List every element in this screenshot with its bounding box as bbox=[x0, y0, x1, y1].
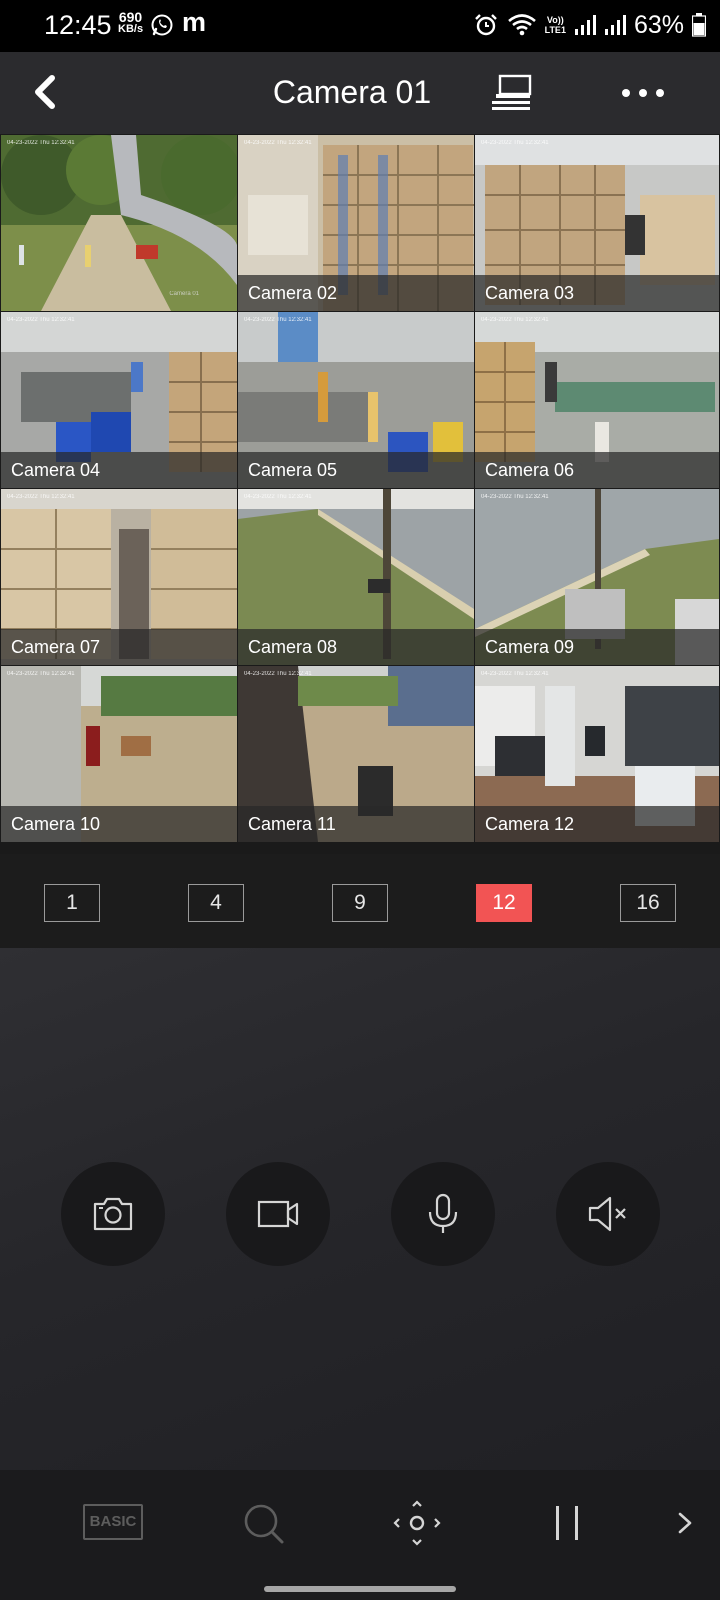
camera-timestamp: 04-23-2022 Thu 12:32:41 bbox=[244, 140, 312, 146]
camera-timestamp: 04-23-2022 Thu 12:32:41 bbox=[244, 317, 312, 323]
camera-tile-05[interactable]: 04-23-2022 Thu 12:32:41 Camera 05 bbox=[238, 312, 474, 488]
battery-icon bbox=[692, 13, 706, 37]
camera-grid: 04-23-2022 Thu 12:32:41 Camera 01 04-23-… bbox=[0, 134, 720, 854]
camera-label: Camera 06 bbox=[485, 460, 575, 480]
ptz-icon[interactable] bbox=[392, 1500, 442, 1546]
camera-timestamp: 04-23-2022 Thu 12:32:41 bbox=[244, 671, 312, 677]
camera-icon bbox=[93, 1197, 133, 1231]
camera-label: Camera 10 bbox=[11, 814, 101, 834]
audio-mute-button[interactable] bbox=[556, 1162, 660, 1266]
layout-button-4[interactable]: 4 bbox=[188, 884, 244, 922]
net-speed: 690 KB/s bbox=[118, 9, 144, 35]
wifi-icon bbox=[507, 14, 536, 36]
camera-tile-03[interactable]: 04-23-2022 Thu 12:32:41 Camera 03 bbox=[475, 135, 719, 311]
camera-feed-01 bbox=[1, 135, 237, 311]
camera-timestamp: 04-23-2022 Thu 12:32:41 bbox=[7, 140, 75, 146]
volte-top: Vo)) bbox=[546, 15, 564, 25]
camera-timestamp: 04-23-2022 Thu 12:32:41 bbox=[7, 317, 75, 323]
camera-watermark: Camera 01 bbox=[169, 291, 199, 297]
layout-button-16[interactable]: 16 bbox=[620, 884, 676, 922]
camera-label: Camera 07 bbox=[11, 637, 101, 657]
camera-tile-10[interactable]: 04-23-2022 Thu 12:32:41 Camera 10 bbox=[1, 666, 237, 842]
page-title: Camera 01 bbox=[0, 74, 720, 111]
video-record-icon bbox=[257, 1200, 299, 1228]
battery-percent: 63% bbox=[633, 10, 684, 39]
search-zoom-icon[interactable] bbox=[242, 1500, 286, 1546]
camera-label: Camera 12 bbox=[485, 814, 575, 834]
camera-tile-11[interactable]: 04-23-2022 Thu 12:32:41 Camera 11 bbox=[238, 666, 474, 842]
status-time: 12:45 bbox=[44, 10, 112, 40]
volte-indicator: Vo)) LTE1 bbox=[545, 15, 566, 35]
alarm-icon bbox=[474, 14, 497, 36]
camera-label: Camera 04 bbox=[11, 460, 101, 480]
pause-icon[interactable] bbox=[548, 1500, 588, 1546]
layout-button-12[interactable]: 12 bbox=[476, 884, 532, 922]
camera-tile-07[interactable]: 04-23-2022 Thu 12:32:41 Camera 07 bbox=[1, 489, 237, 665]
speaker-mute-icon bbox=[588, 1196, 626, 1232]
camera-label: Camera 05 bbox=[248, 460, 338, 480]
layout-selector: 1 4 9 12 16 bbox=[0, 854, 720, 948]
camera-label: Camera 11 bbox=[248, 814, 336, 834]
camera-timestamp: 04-23-2022 Thu 12:32:41 bbox=[481, 317, 549, 323]
signal-icon bbox=[574, 15, 596, 35]
net-speed-value: 690 bbox=[118, 9, 143, 25]
layout-button-1[interactable]: 1 bbox=[44, 884, 100, 922]
camera-label: Camera 02 bbox=[248, 283, 338, 303]
microphone-icon bbox=[428, 1193, 458, 1233]
camera-tile-12[interactable]: 04-23-2022 Thu 12:32:41 Camera 12 bbox=[475, 666, 719, 842]
volte-bottom: LTE1 bbox=[544, 25, 566, 35]
camera-tile-02[interactable]: 04-23-2022 Thu 12:32:41 Camera 02 bbox=[238, 135, 474, 311]
control-panel bbox=[0, 948, 720, 1470]
app-header: Camera 01 bbox=[0, 52, 720, 134]
camera-timestamp: 04-23-2022 Thu 12:32:41 bbox=[481, 671, 549, 677]
layout-button-9[interactable]: 9 bbox=[332, 884, 388, 922]
snapshot-button[interactable] bbox=[61, 1162, 165, 1266]
camera-timestamp: 04-23-2022 Thu 12:32:41 bbox=[481, 140, 549, 146]
bottom-toolbar: BASIC bbox=[0, 1470, 720, 1600]
status-bar: 12:45 690 KB/s m Vo)) LTE1 63% bbox=[0, 0, 720, 52]
chevron-right-icon[interactable] bbox=[670, 1500, 700, 1546]
net-speed-unit: KB/s bbox=[118, 23, 144, 35]
more-icon[interactable] bbox=[618, 78, 668, 108]
camera-timestamp: 04-23-2022 Thu 12:32:41 bbox=[7, 494, 75, 500]
record-button[interactable] bbox=[226, 1162, 330, 1266]
camera-label: Camera 03 bbox=[485, 283, 575, 303]
camera-tile-08[interactable]: 04-23-2022 Thu 12:32:41 Camera 08 bbox=[238, 489, 474, 665]
monitor-icon[interactable] bbox=[490, 72, 536, 114]
camera-label: Camera 09 bbox=[485, 637, 575, 657]
basic-mode-button[interactable]: BASIC bbox=[83, 1504, 143, 1540]
status-right: Vo)) LTE1 63% bbox=[473, 10, 706, 40]
page-title-text: Camera 01 bbox=[272, 74, 432, 110]
whatsapp-icon bbox=[151, 14, 173, 36]
talk-button[interactable] bbox=[391, 1162, 495, 1266]
camera-label: Camera 08 bbox=[248, 637, 338, 657]
home-indicator[interactable] bbox=[264, 1586, 456, 1592]
signal-icon-2 bbox=[604, 15, 626, 35]
app-m-icon: m bbox=[182, 7, 207, 37]
camera-tile-06[interactable]: 04-23-2022 Thu 12:32:41 Camera 06 bbox=[475, 312, 719, 488]
camera-tile-01[interactable]: 04-23-2022 Thu 12:32:41 Camera 01 bbox=[1, 135, 237, 311]
camera-timestamp: 04-23-2022 Thu 12:32:41 bbox=[7, 671, 75, 677]
camera-tile-04[interactable]: 04-23-2022 Thu 12:32:41 Camera 04 bbox=[1, 312, 237, 488]
camera-timestamp: 04-23-2022 Thu 12:32:41 bbox=[481, 494, 549, 500]
camera-timestamp: 04-23-2022 Thu 12:32:41 bbox=[244, 494, 312, 500]
camera-tile-09[interactable]: 04-23-2022 Thu 12:32:41 Camera 09 bbox=[475, 489, 719, 665]
